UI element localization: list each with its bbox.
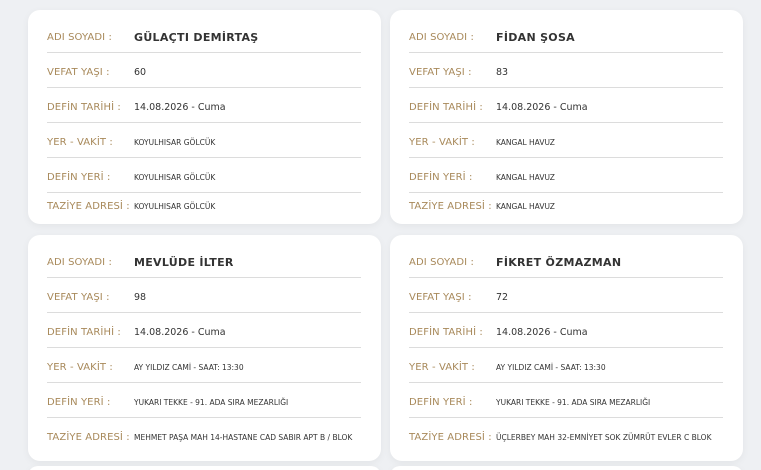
date-row: DEFİN TARİHİ : 14.08.2026 - Cuma bbox=[47, 92, 361, 123]
name-row: ADI SOYADI : GÜLAÇTI DEMİRTAŞ bbox=[47, 22, 361, 53]
condolence-label: TAZİYE ADRESİ : bbox=[47, 431, 130, 443]
place-time-label: YER - VAKİT : bbox=[409, 136, 475, 148]
name-row: ADI SOYADI : FİDAN ŞOSA bbox=[409, 22, 723, 53]
date-value: 14.08.2026 - Cuma bbox=[134, 326, 226, 338]
condolence-label: TAZİYE ADRESİ : bbox=[409, 431, 492, 443]
burial-value: KOYULHISAR GÖLCÜK bbox=[134, 172, 216, 182]
condolence-value: ÜÇLERBEY MAH 32-EMNİYET SOK ZÜMRÜT EVLER… bbox=[496, 432, 712, 442]
date-label: DEFİN TARİHİ : bbox=[47, 101, 121, 113]
date-label: DEFİN TARİHİ : bbox=[409, 101, 483, 113]
condolence-value: KANGAL HAVUZ bbox=[496, 201, 555, 211]
place-time-value: KOYULHISAR GÖLCÜK bbox=[134, 137, 216, 147]
deceased-name: FİDAN ŞOSA bbox=[496, 30, 575, 44]
age-value: 98 bbox=[134, 291, 147, 303]
age-value: 60 bbox=[134, 66, 147, 78]
place-time-label: YER - VAKİT : bbox=[47, 136, 113, 148]
date-row: DEFİN TARİHİ : 14.08.2026 - Cuma bbox=[409, 317, 723, 348]
age-row: VEFAT YAŞI : 98 bbox=[47, 282, 361, 313]
burial-row: DEFİN YERİ : YUKARI TEKKE - 91. ADA SIRA… bbox=[47, 387, 361, 418]
burial-row: DEFİN YERİ : KOYULHISAR GÖLCÜK bbox=[47, 162, 361, 193]
name-label: ADI SOYADI : bbox=[409, 256, 474, 268]
burial-label: DEFİN YERİ : bbox=[409, 171, 473, 183]
obituary-card: ADI SOYADI : MEVLÜDE İLTER VEFAT YAŞI : … bbox=[28, 235, 381, 461]
age-label: VEFAT YAŞI : bbox=[409, 291, 472, 303]
age-value: 83 bbox=[496, 66, 509, 78]
place-time-value: KANGAL HAVUZ bbox=[496, 137, 555, 147]
date-label: DEFİN TARİHİ : bbox=[409, 326, 483, 338]
deceased-name: FİKRET ÖZMAZMAN bbox=[496, 255, 622, 269]
place-time-row: YER - VAKİT : KOYULHISAR GÖLCÜK bbox=[47, 127, 361, 158]
condolence-row: TAZİYE ADRESİ : KOYULHISAR GÖLCÜK bbox=[47, 194, 361, 218]
condolence-value: KOYULHISAR GÖLCÜK bbox=[134, 201, 216, 211]
place-time-value: AY YILDIZ CAMİ - SAAT: 13:30 bbox=[134, 362, 244, 372]
obituary-grid: ADI SOYADI : GÜLAÇTI DEMİRTAŞ VEFAT YAŞI… bbox=[0, 0, 761, 470]
obituary-card-partial bbox=[390, 466, 743, 470]
name-row: ADI SOYADI : MEVLÜDE İLTER bbox=[47, 247, 361, 278]
condolence-label: TAZİYE ADRESİ : bbox=[409, 200, 492, 212]
condolence-label: TAZİYE ADRESİ : bbox=[47, 200, 130, 212]
burial-row: DEFİN YERİ : YUKARI TEKKE - 91. ADA SIRA… bbox=[409, 387, 723, 418]
date-value: 14.08.2026 - Cuma bbox=[496, 326, 588, 338]
obituary-card: ADI SOYADI : FİDAN ŞOSA VEFAT YAŞI : 83 … bbox=[390, 10, 743, 224]
place-time-label: YER - VAKİT : bbox=[409, 361, 475, 373]
burial-label: DEFİN YERİ : bbox=[409, 396, 473, 408]
place-time-value: AY YILDIZ CAMİ - SAAT: 13:30 bbox=[496, 362, 606, 372]
age-label: VEFAT YAŞI : bbox=[47, 291, 110, 303]
burial-label: DEFİN YERİ : bbox=[47, 396, 111, 408]
burial-value: KANGAL HAVUZ bbox=[496, 172, 555, 182]
place-time-label: YER - VAKİT : bbox=[47, 361, 113, 373]
date-value: 14.08.2026 - Cuma bbox=[496, 101, 588, 113]
date-row: DEFİN TARİHİ : 14.08.2026 - Cuma bbox=[409, 92, 723, 123]
condolence-row: TAZİYE ADRESİ : ÜÇLERBEY MAH 32-EMNİYET … bbox=[409, 421, 723, 453]
date-row: DEFİN TARİHİ : 14.08.2026 - Cuma bbox=[47, 317, 361, 348]
date-value: 14.08.2026 - Cuma bbox=[134, 101, 226, 113]
name-label: ADI SOYADI : bbox=[47, 31, 112, 43]
obituary-card-partial bbox=[28, 466, 381, 470]
burial-value: YUKARI TEKKE - 91. ADA SIRA MEZARLIĞI bbox=[496, 397, 651, 407]
condolence-row: TAZİYE ADRESİ : KANGAL HAVUZ bbox=[409, 194, 723, 218]
name-row: ADI SOYADI : FİKRET ÖZMAZMAN bbox=[409, 247, 723, 278]
burial-value: YUKARI TEKKE - 91. ADA SIRA MEZARLIĞI bbox=[134, 397, 289, 407]
name-label: ADI SOYADI : bbox=[409, 31, 474, 43]
age-row: VEFAT YAŞI : 83 bbox=[409, 57, 723, 88]
obituary-card: ADI SOYADI : GÜLAÇTI DEMİRTAŞ VEFAT YAŞI… bbox=[28, 10, 381, 224]
age-row: VEFAT YAŞI : 72 bbox=[409, 282, 723, 313]
burial-label: DEFİN YERİ : bbox=[47, 171, 111, 183]
age-label: VEFAT YAŞI : bbox=[409, 66, 472, 78]
obituary-card: ADI SOYADI : FİKRET ÖZMAZMAN VEFAT YAŞI … bbox=[390, 235, 743, 461]
condolence-row: TAZİYE ADRESİ : MEHMET PAŞA MAH 14-HASTA… bbox=[47, 421, 361, 453]
condolence-value: MEHMET PAŞA MAH 14-HASTANE CAD SABIR APT… bbox=[134, 432, 353, 442]
name-label: ADI SOYADI : bbox=[47, 256, 112, 268]
deceased-name: MEVLÜDE İLTER bbox=[134, 255, 234, 269]
place-time-row: YER - VAKİT : AY YILDIZ CAMİ - SAAT: 13:… bbox=[47, 352, 361, 383]
age-label: VEFAT YAŞI : bbox=[47, 66, 110, 78]
age-row: VEFAT YAŞI : 60 bbox=[47, 57, 361, 88]
burial-row: DEFİN YERİ : KANGAL HAVUZ bbox=[409, 162, 723, 193]
place-time-row: YER - VAKİT : AY YILDIZ CAMİ - SAAT: 13:… bbox=[409, 352, 723, 383]
deceased-name: GÜLAÇTI DEMİRTAŞ bbox=[134, 30, 259, 44]
age-value: 72 bbox=[496, 291, 509, 303]
date-label: DEFİN TARİHİ : bbox=[47, 326, 121, 338]
place-time-row: YER - VAKİT : KANGAL HAVUZ bbox=[409, 127, 723, 158]
